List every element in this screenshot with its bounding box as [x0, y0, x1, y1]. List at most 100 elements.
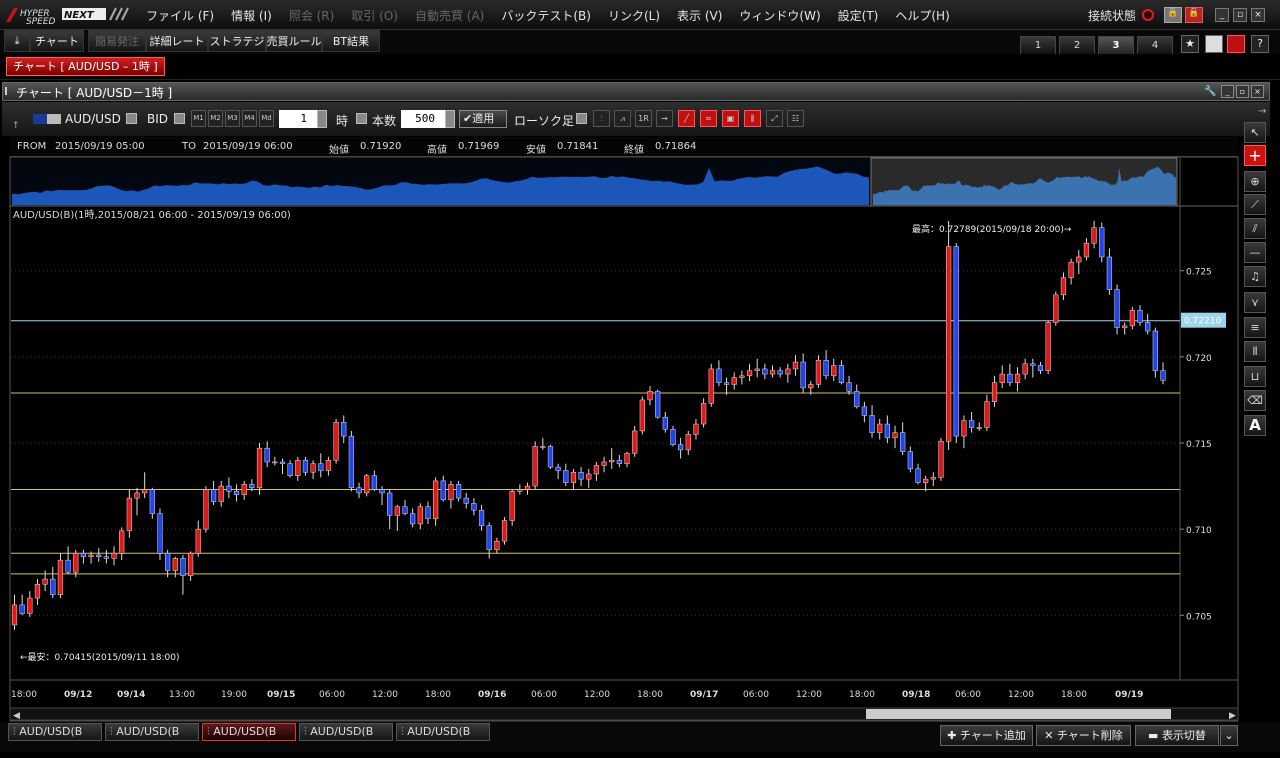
vlines-tool-icon[interactable]: ⦀ — [1244, 341, 1266, 362]
magnifier-tool-icon[interactable]: ⊕ — [1244, 171, 1266, 192]
max-annotation: 最高：0.72789(2015/09/18 20:00)→ — [912, 223, 1072, 235]
fibonacci-tool-icon[interactable]: ≡ — [1244, 317, 1266, 338]
y-tick-label: 0.720 — [1186, 354, 1212, 364]
candle-body — [27, 597, 33, 614]
candle-body — [256, 447, 263, 489]
candle-body — [264, 447, 270, 463]
candle-body — [1114, 289, 1120, 328]
candle-body — [823, 360, 829, 377]
x-tick-label: 09/17 — [690, 690, 718, 700]
candle-body — [226, 485, 232, 492]
candle-body — [555, 466, 561, 471]
candle-body — [1145, 322, 1151, 332]
candle-body — [563, 470, 569, 483]
candle-body — [632, 430, 638, 454]
toggle-view-label: 表示切替 — [1161, 729, 1206, 742]
x-tick-label: 12:00 — [584, 690, 610, 700]
chart-tab-label: AUD/USD(B — [407, 725, 471, 738]
candle-body — [410, 513, 416, 525]
y-tick-label: 0.710 — [1186, 526, 1212, 536]
candle-body — [195, 528, 201, 554]
candle-body — [19, 604, 25, 614]
candle-body — [746, 370, 753, 377]
chart-tab-label: AUD/USD(B — [310, 725, 374, 738]
candle-body — [157, 513, 163, 554]
candle-body — [509, 490, 515, 521]
candle-body — [149, 489, 155, 514]
candle-body — [11, 604, 18, 626]
chart-tab-2[interactable]: ⫶ AUD/USD(B — [202, 723, 296, 741]
y-tick-label: 0.725 — [1186, 268, 1212, 278]
candle-body — [1030, 363, 1036, 366]
chart-tab-4[interactable]: ⫶ AUD/USD(B — [396, 723, 490, 741]
x-tick-label: 18:00 — [1061, 690, 1087, 700]
x-tick-label: 12:00 — [796, 690, 822, 700]
toggle-view-dropdown-icon[interactable]: ⌄ — [1220, 725, 1238, 746]
candle-body — [984, 401, 990, 428]
candle-body — [463, 497, 469, 504]
candle-body — [379, 489, 385, 494]
cycle-tool-icon[interactable]: ⊔ — [1244, 366, 1266, 387]
chart-canvas[interactable]: AUD/USD(B)(1時,2015/08/21 06:00 - 2015/09… — [0, 0, 1240, 722]
candle-body — [440, 480, 446, 501]
candle-body — [356, 487, 362, 494]
candle-body — [999, 373, 1005, 383]
candle-body — [1106, 256, 1113, 290]
candle-body — [739, 375, 745, 378]
delete-chart-button[interactable]: ✕ チャート削除 — [1036, 725, 1131, 746]
chart-close-button[interactable]: × — [1251, 85, 1264, 98]
candle-body — [923, 478, 929, 483]
candle-body — [34, 584, 41, 599]
eraser-tool-icon[interactable]: ⌫ — [1244, 390, 1266, 411]
candle-body — [601, 461, 607, 466]
candle-body — [647, 391, 653, 401]
candle-body — [808, 384, 814, 389]
close-button[interactable]: × — [1251, 8, 1265, 22]
candle-body — [609, 459, 615, 463]
alert-tool-icon[interactable]: ♫ — [1244, 266, 1266, 287]
candle-body — [624, 453, 630, 464]
candle-body — [517, 489, 523, 492]
trendline-tool-icon[interactable]: ⟋ — [1244, 194, 1266, 215]
chart-tab-3[interactable]: ⫶ AUD/USD(B — [299, 723, 393, 741]
navigator-overview[interactable] — [11, 157, 1178, 207]
candle-body — [1068, 261, 1074, 278]
channel-tool-icon[interactable]: ⫽ — [1244, 218, 1266, 239]
candle-body — [341, 422, 347, 437]
chart-tab-1[interactable]: ⫶ AUD/USD(B — [105, 723, 199, 741]
text-tool-icon[interactable]: A — [1244, 415, 1266, 436]
candle-body — [295, 459, 301, 476]
scrollbar-thumb[interactable] — [866, 709, 1171, 719]
x-tick-label: 06:00 — [743, 690, 769, 700]
x-tick-label: 12:00 — [1008, 690, 1034, 700]
candle-body — [210, 489, 217, 502]
x-tick-label: 19:00 — [221, 690, 247, 700]
x-tick-label: 09/16 — [478, 690, 506, 700]
candle-body — [394, 506, 400, 516]
chart-tab-label: AUD/USD(B — [213, 725, 277, 738]
fan-tool-icon[interactable]: ⋎ — [1244, 292, 1266, 313]
candle-body — [616, 459, 623, 464]
hline-tool-icon[interactable]: — — [1244, 242, 1266, 263]
candle-body — [241, 484, 247, 495]
crosshair-tool-icon[interactable]: + — [1244, 145, 1266, 166]
candle-body — [1014, 373, 1021, 383]
candle-body — [96, 554, 102, 557]
chart-title: AUD/USD(B)(1時,2015/08/21 06:00 - 2015/09… — [13, 209, 291, 221]
chart-tab-0[interactable]: ⫶ AUD/USD(B — [8, 723, 102, 741]
candle-body — [639, 399, 645, 432]
candle-body — [1129, 310, 1135, 327]
candle-body — [1152, 330, 1158, 371]
candle-body — [1007, 373, 1013, 383]
cursor-tool-icon[interactable]: ↖ — [1244, 122, 1266, 143]
help-icon[interactable]: ? — [1251, 35, 1269, 53]
y-tick-label: 0.715 — [1186, 440, 1212, 450]
panel-right-arrow-icon[interactable]: → — [1258, 106, 1266, 117]
candle-body — [785, 368, 791, 375]
candle-body — [333, 422, 339, 461]
candle-body — [134, 492, 140, 499]
candle-body — [1053, 294, 1059, 323]
add-chart-button[interactable]: ✚ チャート追加 — [940, 725, 1033, 746]
toggle-view-button[interactable]: ▬ 表示切替 — [1135, 725, 1219, 746]
candle-body — [425, 506, 431, 520]
